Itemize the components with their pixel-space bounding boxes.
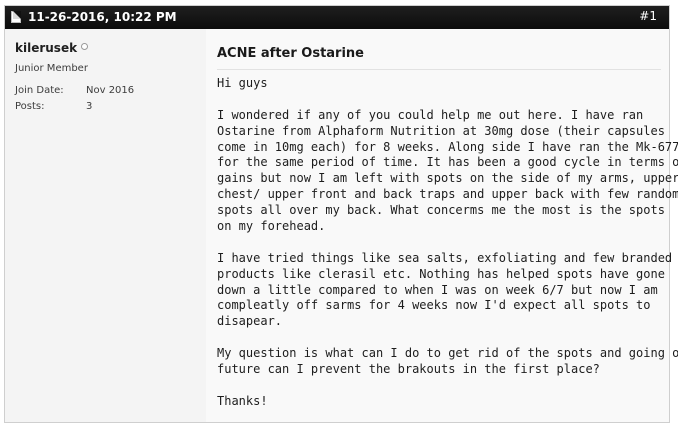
- body-line: I wondered if any of you could help me o…: [217, 107, 644, 122]
- body-line: products like clerasil etc. Nothing has …: [217, 266, 665, 281]
- body-line: future can I prevent the brakouts in the…: [217, 362, 600, 377]
- body-line: on my forehead.: [217, 219, 326, 234]
- join-date-value: Nov 2016: [86, 85, 135, 96]
- post-content: ACNE after Ostarine Hi guys I wondered i…: [206, 29, 678, 422]
- body-line: gains but now I am left with spots on th…: [217, 171, 678, 186]
- body-line: I have tried things like sea salts, exfo…: [217, 250, 678, 265]
- user-title: Junior Member: [15, 63, 88, 74]
- post-header: 11-26-2016, 10:22 PM #1: [5, 6, 669, 29]
- body-line: compleatly off sarms for 4 weeks now I'd…: [217, 298, 651, 313]
- username-link[interactable]: kilerusek: [15, 41, 77, 55]
- signoff: Thanks!: [217, 393, 268, 408]
- greeting: Hi guys: [217, 76, 268, 90]
- post-body: Hi guys I wondered if any of you could h…: [217, 76, 678, 410]
- title-divider: [217, 69, 661, 70]
- body-line: chest/ upper front and back traps and up…: [217, 187, 678, 202]
- body-line: come in 10mg each) for 8 weeks. Along si…: [217, 139, 678, 154]
- body-line: for the same period of time. It has been…: [217, 155, 678, 170]
- username-row: kilerusek: [15, 37, 89, 56]
- body-line: down a little compared to when I was on …: [217, 282, 658, 297]
- post-title: ACNE after Ostarine: [217, 46, 364, 61]
- body-line: spots all over my back. What concerms me…: [217, 203, 665, 218]
- user-info-panel: kilerusek Junior Member Join Date: Nov 2…: [5, 29, 206, 422]
- posts-count: 3: [86, 101, 93, 112]
- body-line: disapear.: [217, 314, 283, 329]
- offline-status-icon: [81, 43, 89, 50]
- body-line: Ostarine from Alphaform Nutrition at 30m…: [217, 123, 665, 138]
- document-icon: [11, 11, 21, 23]
- body-line: My question is what can I do to get rid …: [217, 346, 678, 361]
- join-date-label: Join Date:: [15, 85, 64, 96]
- post-number-link[interactable]: #1: [639, 9, 657, 23]
- posts-label: Posts:: [15, 101, 45, 112]
- post-date: 11-26-2016, 10:22 PM: [28, 10, 177, 24]
- forum-post: 11-26-2016, 10:22 PM #1 kilerusek Junior…: [4, 5, 678, 423]
